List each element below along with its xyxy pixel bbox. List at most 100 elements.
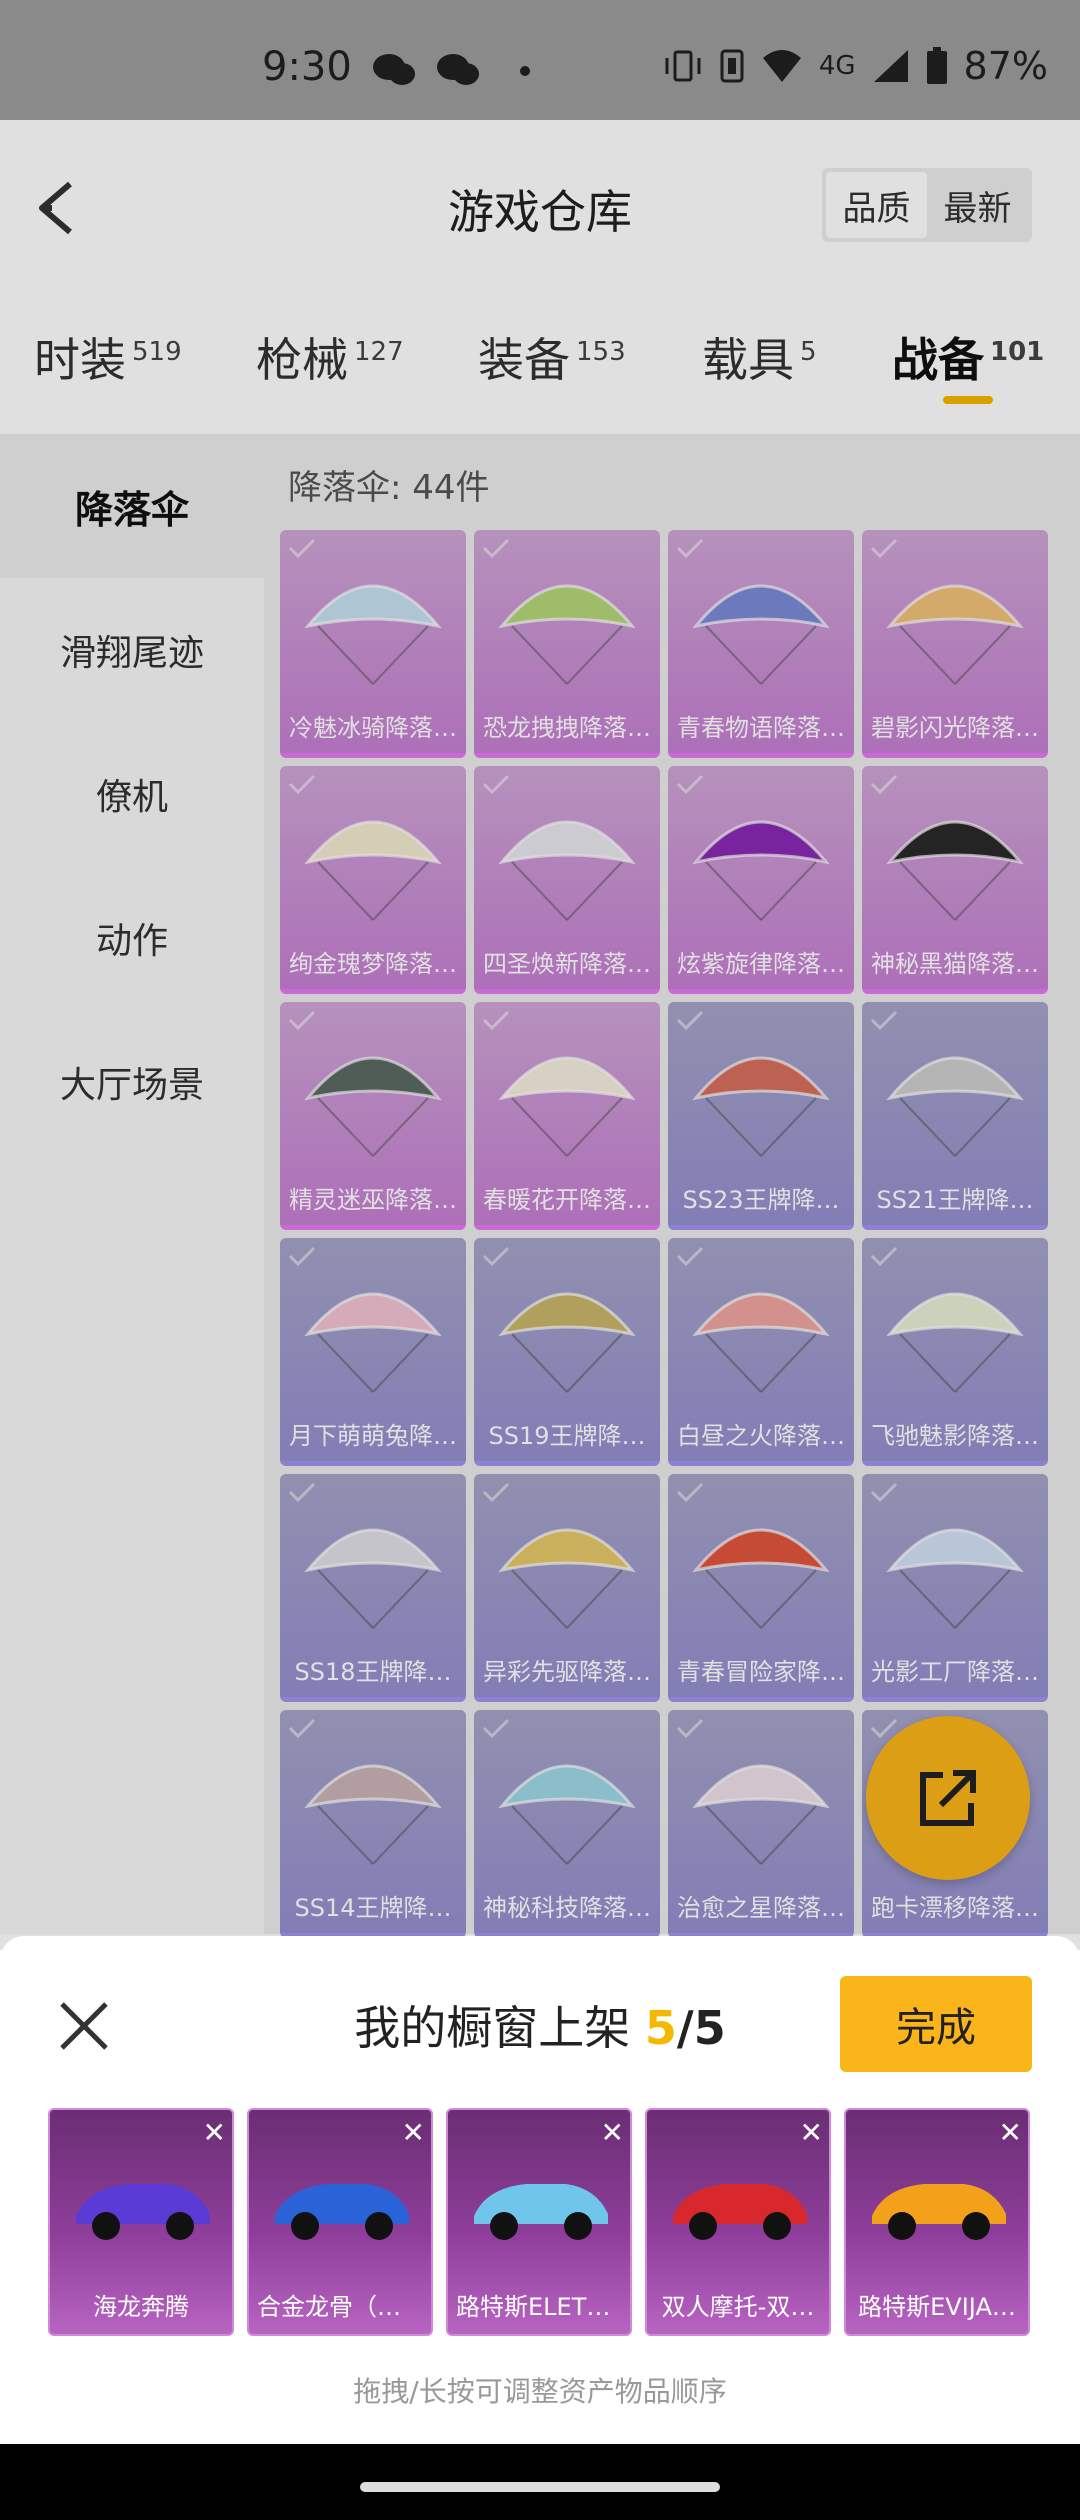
parachute-name: 青春物语降落… [677,714,845,742]
parachute-name: 白昼之火降落… [677,1422,845,1450]
tab-fashion[interactable]: 时装 519 [34,324,182,390]
tab-count: 153 [576,336,626,367]
checkmark-icon [870,774,898,794]
checkmark-icon [676,1246,704,1266]
wifi-icon [762,50,801,82]
vehicle-name: 合金龙骨（蓝… [257,2293,425,2321]
tab-label: 载具 [702,333,794,387]
tab-equipment[interactable]: 装备 153 [478,324,626,390]
parachute-card[interactable]: 四圣焕新降落… [474,766,660,994]
battery-icon [926,47,947,84]
remove-icon[interactable]: ✕ [402,2116,425,2149]
share-external-icon [920,1770,976,1826]
parachute-card[interactable]: 青春冒险家降… [668,1474,854,1702]
sidebar-item-wingman[interactable]: 僚机 [0,722,264,866]
sidebar-item-parachute[interactable]: 降落伞 [0,434,264,578]
parachute-icon [692,1528,830,1629]
sort-quality-button[interactable]: 品质 [826,172,927,238]
tab-label: 战备 [892,333,984,387]
remove-icon[interactable]: ✕ [601,2116,624,2149]
parachute-card[interactable]: 冷魅冰骑降落… [280,530,466,758]
parachute-name: 异彩先驱降落… [483,1658,651,1686]
parachute-card[interactable]: 异彩先驱降落… [474,1474,660,1702]
parachute-card[interactable]: SS21王牌降… [862,1002,1048,1230]
done-button[interactable]: 完成 [840,1976,1032,2072]
parachute-icon [886,1528,1024,1629]
parachute-card[interactable]: 光影工厂降落… [862,1474,1048,1702]
parachute-icon [498,1528,636,1629]
system-nav-bar [0,2444,1080,2520]
parachute-icon [304,1056,442,1157]
parachute-card[interactable]: 恐龙拽拽降落… [474,530,660,758]
parachute-card[interactable]: SS18王牌降… [280,1474,466,1702]
parachute-card[interactable]: 月下萌萌兔降… [280,1238,466,1466]
status-time: 9:30 [262,44,352,90]
parachute-card[interactable]: SS23王牌降… [668,1002,854,1230]
remove-icon[interactable]: ✕ [800,2116,823,2149]
parachute-card[interactable]: 神秘黑猫降落… [862,766,1048,994]
parachute-card[interactable]: 治愈之星降落… [668,1710,854,1938]
parachute-card[interactable]: 炫紫旋律降落… [668,766,854,994]
checkmark-icon [870,1482,898,1502]
vehicle-name: 路特斯ELETR… [456,2293,628,2321]
parachute-card[interactable]: 神秘科技降落… [474,1710,660,1938]
parachute-card[interactable]: 绚金瑰梦降落… [280,766,466,994]
item-grid-panel: 降落伞: 44件 冷魅冰骑降落… 恐龙拽拽降落… 青春物语降落… 碧影闪光降落… 绚金瑰… [264,434,1080,1938]
parachute-icon [498,1292,636,1393]
parachute-icon [692,584,830,685]
parachute-name: SS21王牌降… [876,1186,1034,1214]
sidebar-item-lobby-scene[interactable]: 大厅场景 [0,1010,264,1154]
parachute-card[interactable]: 精灵迷巫降落… [280,1002,466,1230]
parachute-card[interactable]: 白昼之火降落… [668,1238,854,1466]
parachute-icon [886,820,1024,921]
checkmark-icon [482,1246,510,1266]
showcase-current-count: 5 [644,2001,677,2055]
sidebar-item-glide-trail[interactable]: 滑翔尾迹 [0,578,264,722]
remove-icon[interactable]: ✕ [999,2116,1022,2149]
remove-icon[interactable]: ✕ [203,2116,226,2149]
parachute-card[interactable]: 飞驰魅影降落… [862,1238,1048,1466]
parachute-name: 青春冒险家降… [677,1658,845,1686]
tab-battle-prep[interactable]: 战备 101 [892,324,1044,390]
parachute-name: 飞驰魅影降落… [871,1422,1039,1450]
showcase-card[interactable]: ✕ 路特斯ELETR… [446,2108,632,2336]
parachute-card[interactable]: 青春物语降落… [668,530,854,758]
checkmark-icon [482,1718,510,1738]
vehicle-icon [872,2184,1006,2240]
parachute-name: 月下萌萌兔降… [289,1422,457,1450]
showcase-card[interactable]: ✕ 路特斯EVIJA… [844,2108,1030,2336]
parachute-icon [886,1056,1024,1157]
checkmark-icon [288,1246,316,1266]
parachute-card[interactable]: 春暖花开降落… [474,1002,660,1230]
parachute-icon [498,1764,636,1865]
share-button[interactable] [866,1716,1030,1880]
showcase-card[interactable]: ✕ 双人摩托-双… [645,2108,831,2336]
parachute-icon [692,1292,830,1393]
showcase-card[interactable]: ✕ 海龙奔腾 [48,2108,234,2336]
tab-count: 101 [990,336,1045,367]
active-tab-indicator [943,396,993,404]
tab-guns[interactable]: 枪械 127 [256,324,404,390]
home-gesture-pill[interactable] [360,2482,720,2492]
checkmark-icon [482,1010,510,1030]
tab-label: 时装 [34,333,126,387]
sidebar-item-emote[interactable]: 动作 [0,866,264,1010]
parachute-icon [692,1764,830,1865]
parachute-name: SS23王牌降… [682,1186,840,1214]
showcase-card[interactable]: ✕ 合金龙骨（蓝… [247,2108,433,2336]
checkmark-icon [482,538,510,558]
tab-label: 枪械 [256,333,348,387]
parachute-name: 冷魅冰骑降落… [289,714,457,742]
parachute-name: SS14王牌降… [294,1894,452,1922]
parachute-card[interactable]: 碧影闪光降落… [862,530,1048,758]
parachute-name: 四圣焕新降落… [483,950,651,978]
vehicle-icon [275,2184,409,2240]
parachute-card[interactable]: SS19王牌降… [474,1238,660,1466]
parachute-card[interactable]: SS14王牌降… [280,1710,466,1938]
vehicle-icon [474,2184,608,2240]
checkmark-icon [870,1010,898,1030]
checkmark-icon [288,774,316,794]
tab-vehicles[interactable]: 载具 5 [702,324,817,390]
vehicle-name: 海龙奔腾 [93,2293,189,2321]
sort-newest-button[interactable]: 最新 [927,172,1028,238]
